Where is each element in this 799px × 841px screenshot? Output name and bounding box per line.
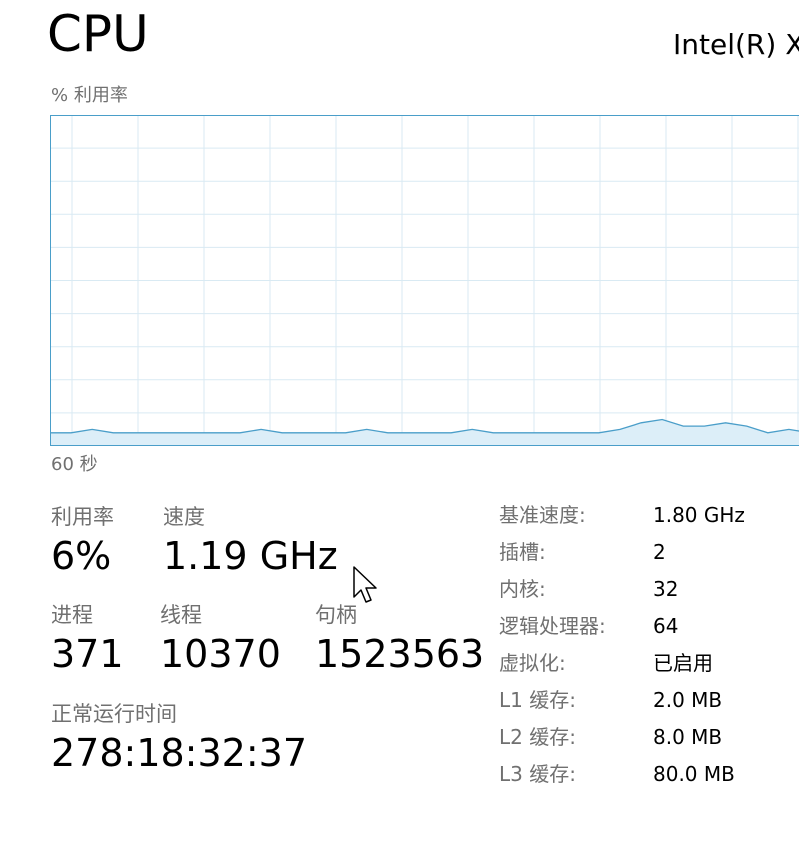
handles-value: 1523563 bbox=[315, 632, 485, 676]
threads-value: 10370 bbox=[160, 632, 281, 676]
spec-value-virtualization: 已启用 bbox=[653, 651, 713, 675]
spec-value-l3-cache: 80.0 MB bbox=[653, 762, 735, 786]
utilization-label: 利用率 bbox=[51, 505, 114, 529]
spec-label-base-speed: 基准速度: bbox=[499, 503, 586, 527]
spec-label-l2-cache: L2 缓存: bbox=[499, 725, 576, 749]
spec-value-base-speed: 1.80 GHz bbox=[653, 503, 745, 527]
handles-label: 句柄 bbox=[315, 603, 357, 627]
graph-time-span-label: 60 秒 bbox=[51, 454, 98, 475]
uptime-value: 278:18:32:37 bbox=[51, 731, 307, 775]
cpu-model-name: Intel(R) X bbox=[673, 28, 799, 61]
spec-value-l2-cache: 8.0 MB bbox=[653, 725, 723, 749]
cpu-usage-graph bbox=[50, 115, 799, 446]
threads-label: 线程 bbox=[160, 603, 202, 627]
graph-y-label: % 利用率 bbox=[51, 85, 128, 106]
utilization-value: 6% bbox=[51, 534, 112, 578]
spec-label-virtualization: 虚拟化: bbox=[499, 651, 566, 675]
speed-label: 速度 bbox=[163, 505, 205, 529]
spec-value-logical-processors: 64 bbox=[653, 614, 679, 638]
processes-label: 进程 bbox=[51, 603, 93, 627]
spec-label-logical-processors: 逻辑处理器: bbox=[499, 614, 606, 638]
page-title: CPU bbox=[47, 5, 149, 63]
mouse-pointer-icon bbox=[353, 566, 377, 603]
spec-label-l1-cache: L1 缓存: bbox=[499, 688, 576, 712]
spec-value-sockets: 2 bbox=[653, 540, 666, 564]
spec-label-l3-cache: L3 缓存: bbox=[499, 762, 576, 786]
uptime-label: 正常运行时间 bbox=[51, 702, 177, 726]
processes-value: 371 bbox=[51, 632, 124, 676]
spec-value-cores: 32 bbox=[653, 577, 679, 601]
spec-label-sockets: 插槽: bbox=[499, 540, 546, 564]
speed-value: 1.19 GHz bbox=[163, 534, 338, 578]
spec-value-l1-cache: 2.0 MB bbox=[653, 688, 723, 712]
spec-label-cores: 内核: bbox=[499, 577, 546, 601]
